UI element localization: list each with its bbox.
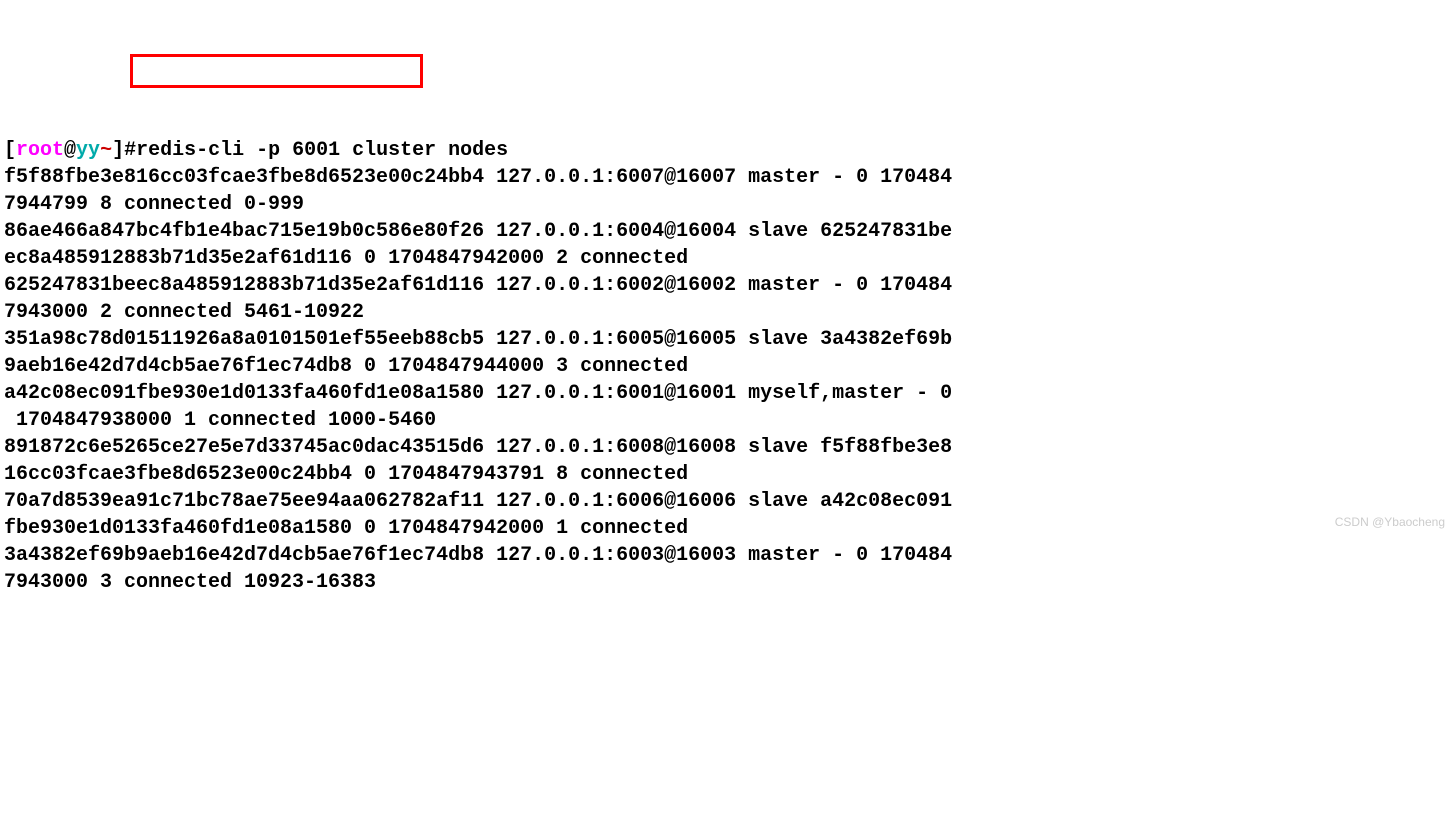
- output-line: a42c08ec091fbe930e1d0133fa460fd1e08a1580…: [4, 382, 952, 405]
- output-line: 3a4382ef69b9aeb16e42d7d4cb5ae76f1ec74db8…: [4, 544, 952, 567]
- prompt-bracket-close: ]: [112, 139, 124, 162]
- highlight-annotation: [130, 54, 423, 88]
- output-line: 625247831beec8a485912883b71d35e2af61d116…: [4, 274, 952, 297]
- terminal-output: [root@yy~]#redis-cli -p 6001 cluster nod…: [4, 110, 1451, 596]
- watermark-text: CSDN @Ybaocheng: [1335, 514, 1445, 530]
- prompt-host: yy: [76, 139, 100, 162]
- prompt-line: [root@yy~]#redis-cli -p 6001 cluster nod…: [4, 139, 508, 162]
- command-text: redis-cli -p 6001 cluster nodes: [136, 139, 508, 162]
- prompt-bracket-open: [: [4, 139, 16, 162]
- output-line: 86ae466a847bc4fb1e4bac715e19b0c586e80f26…: [4, 220, 952, 243]
- output-line: 351a98c78d01511926a8a0101501ef55eeb88cb5…: [4, 328, 952, 351]
- output-line: 7943000 3 connected 10923-16383: [4, 571, 376, 594]
- output-line: ec8a485912883b71d35e2af61d116 0 17048479…: [4, 247, 688, 270]
- output-line: 9aeb16e42d7d4cb5ae76f1ec74db8 0 17048479…: [4, 355, 688, 378]
- output-line: 891872c6e5265ce27e5e7d33745ac0dac43515d6…: [4, 436, 952, 459]
- prompt-at: @: [64, 139, 76, 162]
- prompt-user: root: [16, 139, 64, 162]
- output-line: 7943000 2 connected 5461-10922: [4, 301, 364, 324]
- output-line: 70a7d8539ea91c71bc78ae75ee94aa062782af11…: [4, 490, 952, 513]
- output-line: 16cc03fcae3fbe8d6523e00c24bb4 0 17048479…: [4, 463, 688, 486]
- output-line: 7944799 8 connected 0-999: [4, 193, 304, 216]
- output-line: f5f88fbe3e816cc03fcae3fbe8d6523e00c24bb4…: [4, 166, 952, 189]
- prompt-hash: #: [124, 139, 136, 162]
- output-line: fbe930e1d0133fa460fd1e08a1580 0 17048479…: [4, 517, 688, 540]
- output-line: 1704847938000 1 connected 1000-5460: [4, 409, 436, 432]
- prompt-tilde: ~: [100, 139, 112, 162]
